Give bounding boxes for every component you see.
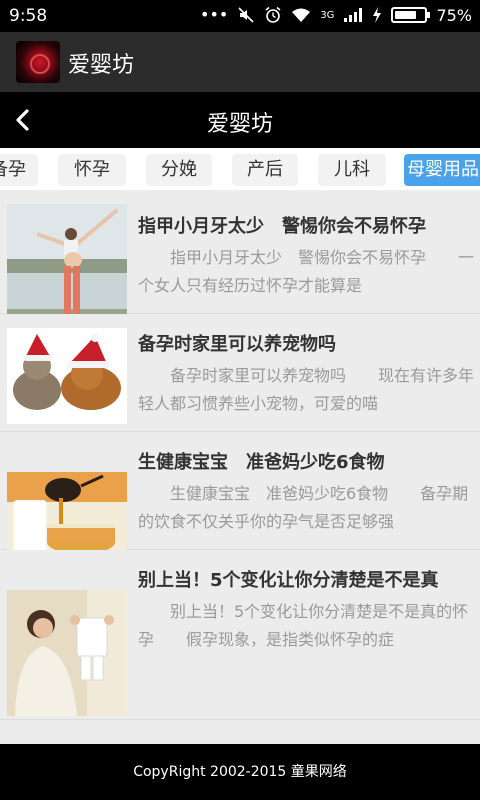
list-item[interactable]: 指甲小月牙太少 警惕你会不易怀孕 指甲小月牙太少 警惕你会不易怀孕 一个女人只有… <box>0 196 480 326</box>
tab-huaiyun[interactable]: 怀孕 <box>58 154 126 186</box>
wifi-icon <box>292 8 311 22</box>
charging-icon <box>373 7 382 23</box>
article-summary: 备孕时家里可以养宠物吗 现在有许多年轻人都习惯养些小宠物，可爱的喵 <box>138 366 475 413</box>
tab-label: 母婴用品 <box>407 159 479 180</box>
battery-fill <box>395 11 417 19</box>
nav-bar: 爱婴坊 <box>0 92 480 148</box>
tab-label: 分娩 <box>161 159 197 180</box>
battery-icon <box>391 7 431 23</box>
tab-muying[interactable]: 母婴用品 <box>404 154 480 186</box>
network-type: 3G <box>320 9 335 21</box>
mute-icon <box>238 7 254 23</box>
status-time: 9:58 <box>9 6 48 26</box>
list-item[interactable]: 别上当！5个变化让你分清楚是不是真 别上当！5个变化让你分清楚是不是真的怀孕 假… <box>0 550 480 720</box>
article-title: 生健康宝宝 准爸妈少吃6食物 <box>138 452 385 473</box>
article-thumbnail <box>7 590 127 716</box>
app-bar: 爱婴坊 <box>0 32 480 92</box>
signal-icon <box>344 8 363 22</box>
chevron-left-icon[interactable] <box>8 104 40 136</box>
article-thumbnail <box>7 472 127 560</box>
tab-label: 儿科 <box>334 159 370 180</box>
tab-label: 怀孕 <box>74 159 110 180</box>
tab-chanhou[interactable]: 产后 <box>232 154 298 186</box>
list-item[interactable]: 生健康宝宝 准爸妈少吃6食物 生健康宝宝 准爸妈少吃6食物 备孕期的饮食不仅关乎… <box>0 432 480 560</box>
tab-erke[interactable]: 儿科 <box>318 154 386 186</box>
article-thumbnail <box>7 328 127 424</box>
category-tabs: 备孕 怀孕 分娩 产后 儿科 母婴用品 <box>0 148 480 190</box>
app-title: 爱婴坊 <box>68 53 135 78</box>
footer: CopyRight 2002-2015 童果网络 <box>0 744 480 800</box>
cat-and-dog-santa-hats-photo <box>7 328 127 424</box>
article-thumbnail <box>7 204 127 326</box>
more-icon: ••• <box>200 5 229 24</box>
article-title: 备孕时家里可以养宠物吗 <box>138 334 336 355</box>
article-summary: 生健康宝宝 准爸妈少吃6食物 备孕期的饮食不仅关乎你的孕气是否足够强 <box>138 484 469 531</box>
page-title: 爱婴坊 <box>206 112 273 137</box>
article-title: 指甲小月牙太少 警惕你会不易怀孕 <box>138 216 426 237</box>
mother-with-baby-clothes-photo <box>7 590 127 716</box>
tab-beiyun[interactable]: 备孕 <box>0 154 38 186</box>
battery-percent: 75% <box>436 5 472 25</box>
status-icons: ••• 3G 75% <box>200 5 472 25</box>
article-summary: 指甲小月牙太少 警惕你会不易怀孕 一个女人只有经历过怀孕才能算是 <box>138 248 475 295</box>
article-title: 别上当！5个变化让你分清楚是不是真 <box>138 570 439 591</box>
tab-fenmian[interactable]: 分娩 <box>146 154 212 186</box>
alarm-icon <box>265 6 281 23</box>
app-logo <box>16 41 60 83</box>
honey-and-milk-photo <box>7 472 127 560</box>
tab-label: 产后 <box>247 159 283 180</box>
status-bar: 9:58 ••• 3G 75% <box>0 0 480 32</box>
list-item[interactable]: 备孕时家里可以养宠物吗 备孕时家里可以养宠物吗 现在有许多年轻人都习惯养些小宠物… <box>0 314 480 432</box>
pregnant-woman-beach-photo <box>7 204 127 326</box>
tab-label: 备孕 <box>0 159 26 180</box>
article-summary: 别上当！5个变化让你分清楚是不是真的怀孕 假孕现象，是指类似怀孕的症 <box>138 602 469 649</box>
copyright-text: CopyRight 2002-2015 童果网络 <box>133 764 347 780</box>
